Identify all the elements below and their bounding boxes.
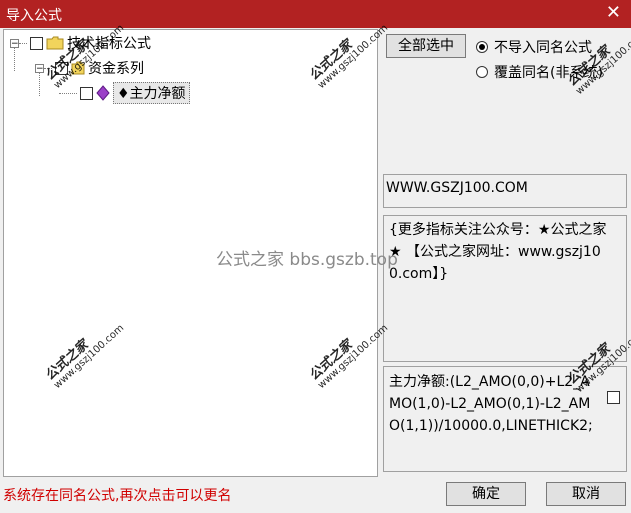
tree-node-child-label: 资金系列 [88,61,144,77]
radio-skip-duplicate[interactable]: 不导入同名公式 [476,37,592,57]
root-checkbox[interactable] [30,36,43,50]
window-title: 导入公式 [6,8,62,24]
close-icon[interactable]: ✕ [606,2,621,23]
status-message: 系统存在同名公式,再次点击可以更名 [3,488,232,504]
watermark-stamp: 公式之家 www.gszj100.com [564,28,631,98]
tree-node-leaf-label: ♦主力净额 [113,82,190,104]
radio-overwrite-dot[interactable] [476,66,488,78]
formula-text: 主力净额:(L2_AMO(0,0)+L2_AMO(1,0)-L2_AMO(0,1… [389,374,593,434]
radio-skip-duplicate-dot[interactable] [476,41,488,53]
ok-button[interactable]: 确定 [446,482,526,506]
website-text: WWW.GSZJ100.COM [386,180,528,196]
tree-node-leaf[interactable]: ♦主力净额 [59,82,190,104]
collapse-icon[interactable]: − [10,38,19,48]
website-field: WWW.GSZJ100.COM [383,174,627,208]
radio-skip-duplicate-label: 不导入同名公式 [494,40,592,56]
formula-checkbox[interactable] [607,391,620,404]
cancel-button[interactable]: 取消 [546,482,626,506]
description-text: {更多指标关注公众号：★公式之家★ 【公式之家网址：www.gszj100.co… [389,222,607,282]
formula-gem-icon [96,85,110,101]
leaf-checkbox[interactable] [80,86,93,100]
description-field: {更多指标关注公众号：★公式之家★ 【公式之家网址：www.gszj100.co… [383,215,627,362]
folder-icon [46,36,64,50]
title-bar: 导入公式 ✕ [0,0,631,28]
watermark-center: 公式之家 bbs.gszb.top [216,250,398,270]
select-all-button[interactable]: 全部选中 [386,34,466,58]
